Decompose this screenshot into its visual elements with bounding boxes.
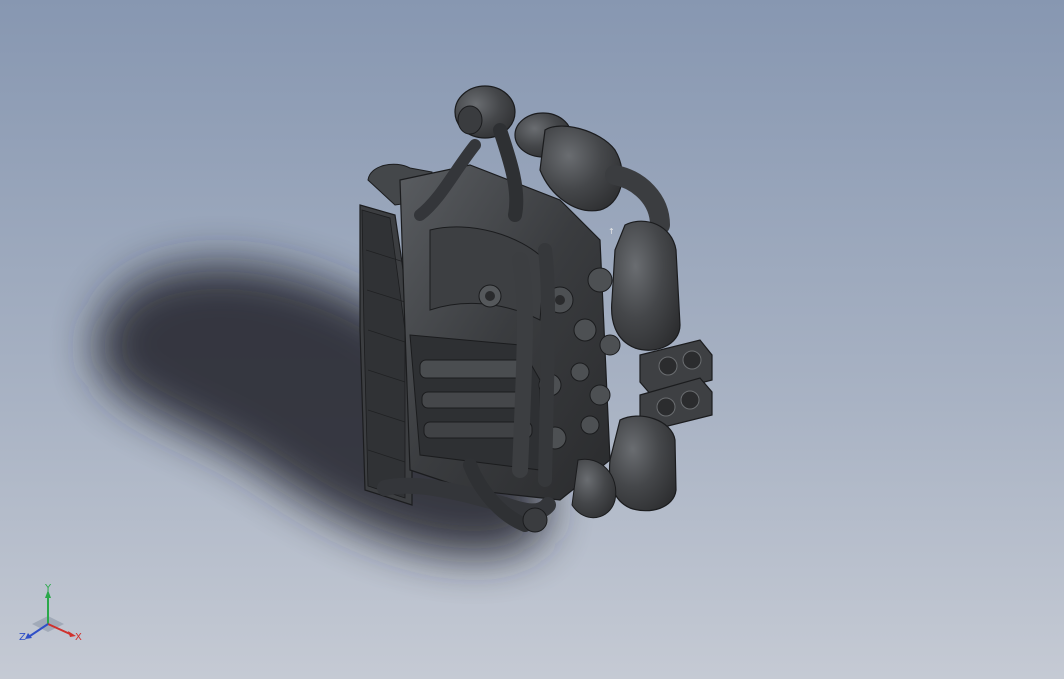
exhaust-tips — [639, 339, 713, 431]
origin-marker: ↑ — [608, 227, 615, 236]
reference-triad: Y X Z — [19, 584, 82, 643]
z-axis-label: Z — [19, 632, 26, 643]
y-axis-label: Y — [44, 584, 52, 594]
model-scene[interactable]: ↑ — [0, 0, 1064, 679]
graphics-viewport[interactable]: ↑ Y X Z — [0, 0, 1064, 679]
intercooler-tank-right — [610, 220, 681, 351]
x-axis-label: X — [75, 632, 82, 643]
